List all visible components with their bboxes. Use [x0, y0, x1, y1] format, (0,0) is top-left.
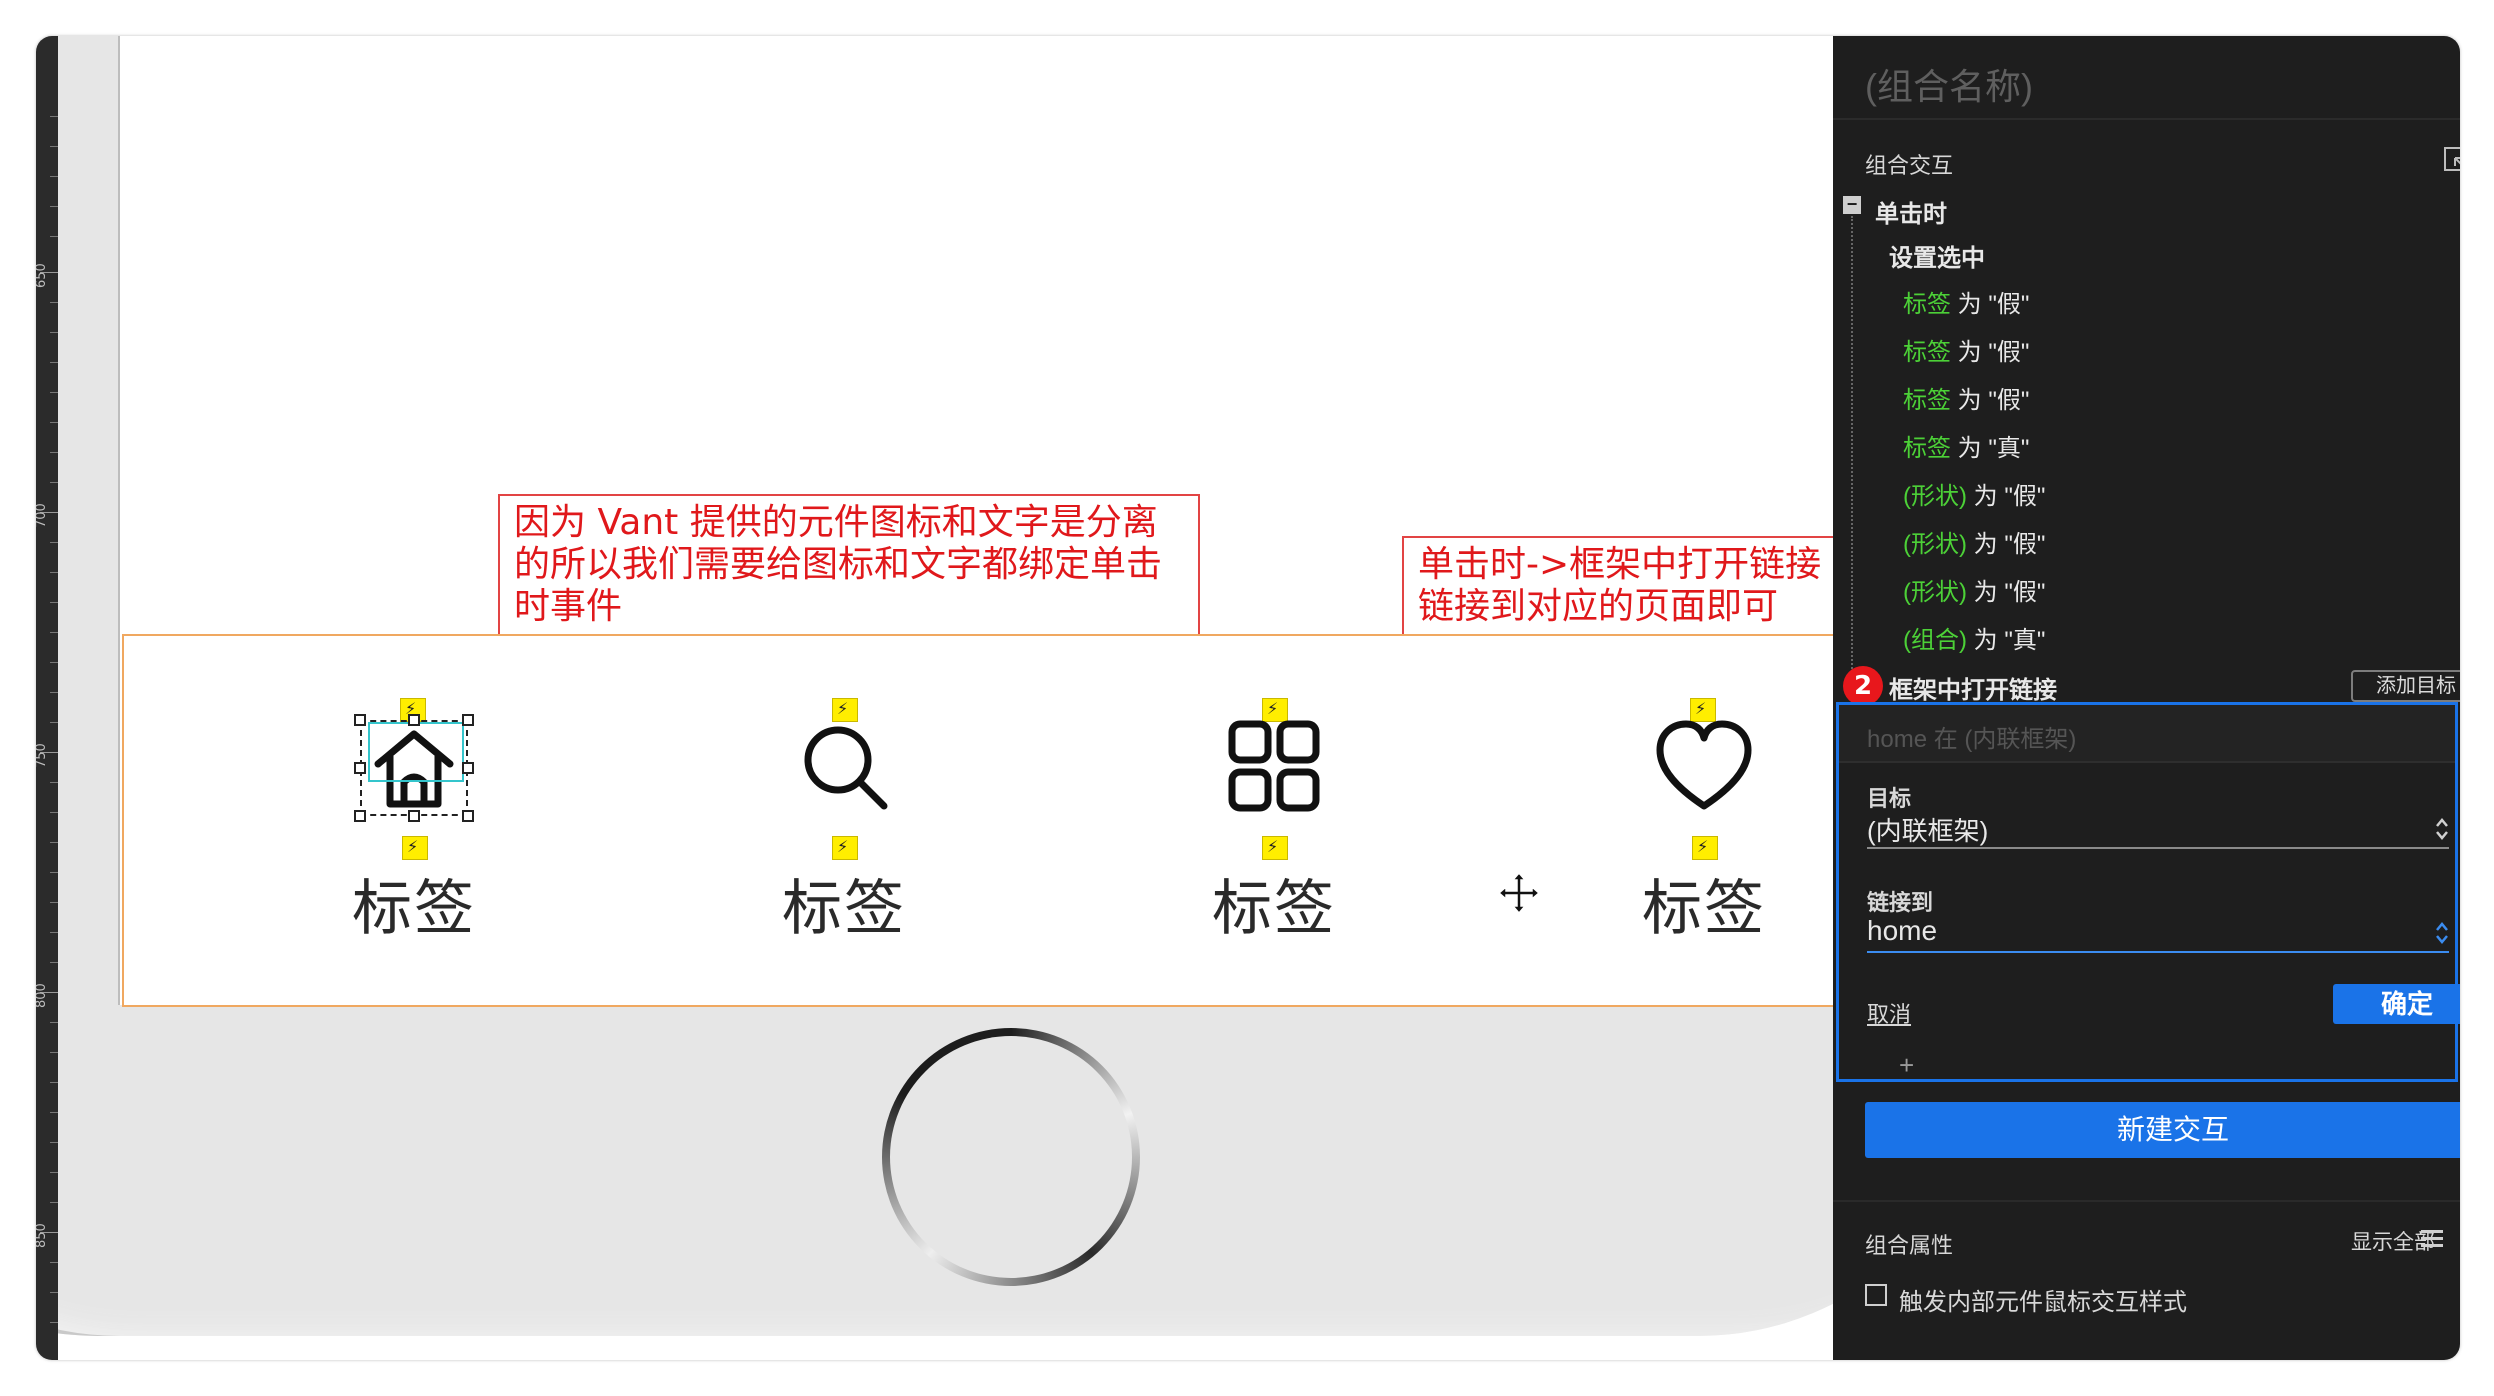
selection-highlight — [368, 722, 464, 782]
app-window: 650 700 750 800 850 因为 Vant 提供的元件图标和文字是分… — [36, 36, 2460, 1360]
resize-handle[interactable] — [408, 714, 420, 726]
action-target-row[interactable]: 标签 为 "假" — [1903, 332, 2029, 367]
resize-handle[interactable] — [462, 762, 474, 774]
interaction-flag-icon — [1262, 836, 1288, 860]
search-icon[interactable] — [794, 716, 894, 816]
group-name-field[interactable]: (组合名称) — [1865, 58, 2033, 110]
interaction-panel: (组合名称) 组合交互 − 单击时 设置选中 标签 为 "假" 标签 为 "假"… — [1833, 36, 2460, 1360]
select-chevron-icon[interactable] — [2433, 815, 2451, 843]
interaction-flag-icon — [832, 836, 858, 860]
link-underline — [1867, 951, 2449, 953]
action-target-row[interactable]: 标签 为 "真" — [1903, 428, 2029, 463]
resize-handle[interactable] — [354, 714, 366, 726]
annotation-badge-2: 2 — [1843, 666, 1883, 706]
heart-icon[interactable] — [1654, 716, 1754, 816]
tree-connector — [1851, 216, 1853, 716]
select-chevron-icon[interactable] — [2433, 919, 2451, 947]
action-target-row[interactable]: (形状) 为 "假" — [1903, 572, 2045, 607]
tab-bar: 标签 标签 — [122, 634, 1833, 1007]
tab-search[interactable]: 标签 — [744, 636, 944, 1009]
link-select[interactable]: home — [1867, 915, 1937, 947]
move-cursor-icon — [1497, 871, 1541, 915]
add-action-icon[interactable]: + — [1899, 1050, 1914, 1081]
ruler-label: 850 — [36, 1223, 49, 1248]
annotation-note-1: 因为 Vant 提供的元件图标和文字是分离的所以我们需要给图标和文字都绑定单击时… — [498, 494, 1200, 638]
action-open-link-in-frame[interactable]: 框架中打开链接 — [1889, 670, 2057, 705]
tab-label[interactable]: 标签 — [1174, 860, 1374, 947]
tab-label[interactable]: 标签 — [744, 860, 944, 947]
tab-label[interactable]: 标签 — [314, 860, 514, 947]
cancel-link[interactable]: 取消 — [1867, 997, 1911, 1029]
expand-panel-icon[interactable] — [2443, 146, 2460, 172]
action-target-row[interactable]: (形状) 为 "假" — [1903, 476, 2045, 511]
action-target-row[interactable]: (形状) 为 "假" — [1903, 524, 2045, 559]
resize-handle[interactable] — [462, 810, 474, 822]
interaction-flag-icon — [402, 836, 428, 860]
tab-favorites[interactable]: 标签 — [1604, 636, 1804, 1009]
action-target-row[interactable]: 标签 为 "假" — [1903, 284, 2029, 319]
resize-handle[interactable] — [462, 714, 474, 726]
action-editor: home 在 (内联框架) 目标 (内联框架) 链接到 home 取消 — [1836, 702, 2458, 1082]
ruler-label: 700 — [36, 503, 49, 528]
resize-handle[interactable] — [354, 810, 366, 822]
confirm-button[interactable]: 确定 — [2333, 984, 2460, 1024]
collapse-event-icon[interactable]: − — [1843, 195, 1861, 214]
target-select[interactable]: (内联框架) — [1867, 811, 1988, 848]
resize-handle[interactable] — [408, 810, 420, 822]
ruler-label: 750 — [36, 743, 49, 768]
ruler-label: 650 — [36, 263, 49, 288]
trigger-inner-mouse-styles-checkbox[interactable] — [1865, 1284, 1887, 1306]
interaction-flag-icon — [1692, 836, 1718, 860]
checkbox-label[interactable]: 触发内部元件鼠标交互样式 — [1899, 1282, 2187, 1317]
new-interaction-button[interactable]: 新建交互 — [1865, 1102, 2460, 1158]
action-set-selected[interactable]: 设置选中 — [1889, 238, 1985, 273]
tab-home[interactable]: 标签 — [314, 636, 514, 1009]
link-to-label: 链接到 — [1867, 890, 1934, 915]
group-properties-header: 组合属性 — [1865, 1233, 1954, 1258]
design-canvas[interactable]: 因为 Vant 提供的元件图标和文字是分离的所以我们需要给图标和文字都绑定单击时… — [58, 36, 1833, 1360]
target-label: 目标 — [1867, 786, 1912, 811]
interaction-section-header: 组合交互 — [1865, 153, 1954, 178]
action-target-row[interactable]: (组合) 为 "真" — [1903, 620, 2045, 655]
vertical-ruler: 650 700 750 800 850 — [36, 36, 59, 1360]
tab-apps[interactable]: 标签 — [1174, 636, 1374, 1009]
ruler-label: 800 — [36, 983, 49, 1008]
resize-handle[interactable] — [354, 762, 366, 774]
tab-label[interactable]: 标签 — [1604, 860, 1804, 947]
apps-grid-icon[interactable] — [1224, 716, 1324, 816]
action-target-row[interactable]: 标签 为 "假" — [1903, 380, 2029, 415]
action-summary: home 在 (内联框架) — [1839, 705, 2455, 763]
event-label[interactable]: 单击时 — [1875, 194, 1947, 229]
target-underline — [1867, 847, 2449, 849]
add-target-button[interactable]: 添加目标 — [2351, 670, 2460, 702]
annotation-note-2: 单击时->框架中打开链接链接到对应的页面即可 — [1402, 536, 1833, 638]
phone-home-button — [882, 1028, 1140, 1286]
menu-icon[interactable] — [2421, 1230, 2443, 1248]
